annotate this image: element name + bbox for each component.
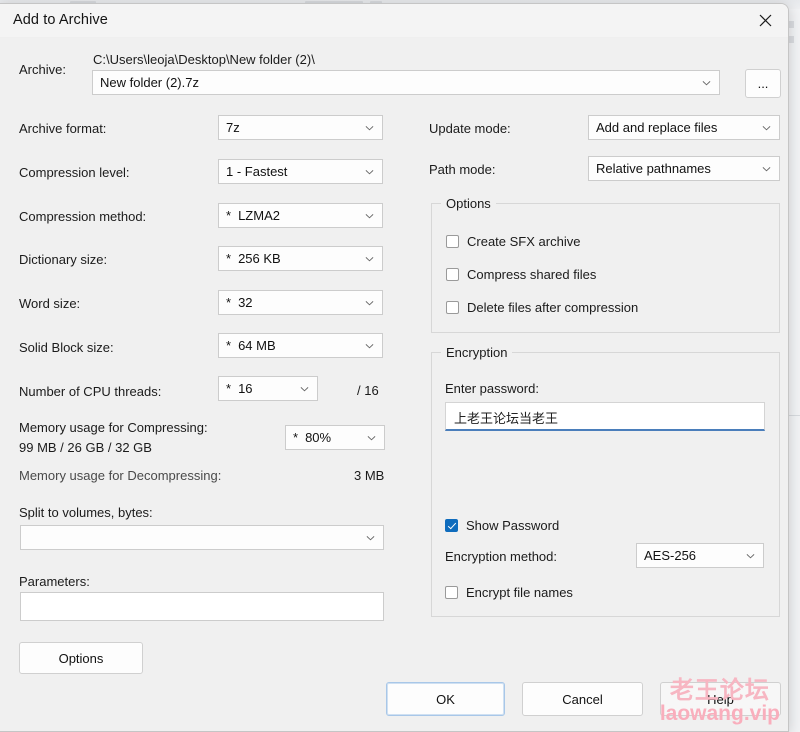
solid-block-size-label: Solid Block size: bbox=[19, 340, 114, 355]
chevron-down-icon bbox=[365, 213, 374, 218]
help-button-label: Help bbox=[707, 691, 734, 707]
chevron-down-icon bbox=[762, 166, 771, 171]
chevron-down-icon bbox=[367, 435, 376, 440]
chevron-down-icon bbox=[365, 169, 374, 174]
cpu-threads-total: / 16 bbox=[357, 383, 379, 398]
checkbox-label: Encrypt file names bbox=[466, 585, 573, 600]
inherited-marker: * bbox=[226, 381, 232, 396]
path-mode-label: Path mode: bbox=[429, 162, 496, 177]
dialog-titlebar: Add to Archive bbox=[0, 4, 788, 38]
archive-label: Archive: bbox=[19, 62, 66, 77]
compression-method-value: LZMA2 bbox=[238, 208, 280, 223]
compression-method-label: Compression method: bbox=[19, 209, 147, 224]
ok-button[interactable]: OK bbox=[386, 682, 505, 716]
encryption-method-value: AES-256 bbox=[644, 548, 697, 563]
checkbox-compress-shared-files[interactable]: Compress shared files bbox=[446, 267, 596, 282]
encryption-method-label: Encryption method: bbox=[445, 549, 558, 564]
checkbox-label: Compress shared files bbox=[467, 267, 597, 282]
options-button-label: Options bbox=[58, 650, 104, 666]
word-size-label: Word size: bbox=[19, 296, 81, 311]
memory-decompress-label: Memory usage for Decompressing: bbox=[19, 468, 222, 483]
dialog-title: Add to Archive bbox=[13, 12, 108, 28]
inherited-marker: * bbox=[226, 338, 232, 353]
browse-button-label: ... bbox=[757, 76, 769, 91]
chevron-down-icon bbox=[762, 125, 771, 130]
parameters-input[interactable] bbox=[20, 592, 384, 621]
compression-method-combo[interactable]: * LZMA2 bbox=[218, 203, 383, 228]
checkbox-label: Show Password bbox=[466, 518, 560, 533]
checkbox-box bbox=[446, 268, 459, 281]
path-mode-combo[interactable]: Relative pathnames bbox=[588, 156, 780, 181]
archive-name-value: New folder (2).7z bbox=[100, 75, 199, 90]
memory-usage-combo[interactable]: * 80% bbox=[285, 425, 385, 450]
split-volumes-label: Split to volumes, bytes: bbox=[19, 505, 153, 520]
archive-path: C:\Users\leoja\Desktop\New folder (2)\ bbox=[93, 52, 315, 67]
chevron-down-icon bbox=[365, 125, 374, 130]
chevron-down-icon bbox=[702, 80, 711, 85]
password-input[interactable]: 上老王论坛当老王 bbox=[445, 402, 765, 431]
checkbox-show-password[interactable]: Show Password bbox=[445, 518, 559, 533]
cpu-threads-value: 16 bbox=[238, 381, 253, 396]
parameters-label: Parameters: bbox=[19, 574, 90, 589]
inherited-marker: * bbox=[226, 295, 232, 310]
compression-level-label: Compression level: bbox=[19, 165, 130, 180]
update-mode-label: Update mode: bbox=[429, 121, 511, 136]
dictionary-size-value: 256 KB bbox=[238, 251, 281, 266]
ok-button-label: OK bbox=[436, 691, 455, 707]
dictionary-size-combo[interactable]: * 256 KB bbox=[218, 246, 383, 271]
options-groupbox-title: Options bbox=[441, 196, 496, 211]
update-mode-value: Add and replace files bbox=[596, 120, 718, 135]
archive-name-combo[interactable]: New folder (2).7z bbox=[92, 70, 720, 95]
cpu-threads-combo[interactable]: * 16 bbox=[218, 376, 318, 401]
compression-level-value: 1 - Fastest bbox=[226, 164, 288, 179]
solid-block-size-value: 64 MB bbox=[238, 338, 276, 353]
cancel-button-label: Cancel bbox=[562, 691, 603, 707]
archive-format-label: Archive format: bbox=[19, 121, 107, 136]
inherited-marker: * bbox=[226, 251, 232, 266]
compression-level-combo[interactable]: 1 - Fastest bbox=[218, 159, 383, 184]
encryption-groupbox-title: Encryption bbox=[441, 345, 513, 360]
chevron-down-icon bbox=[746, 553, 755, 558]
solid-block-size-combo[interactable]: * 64 MB bbox=[218, 333, 383, 358]
split-volumes-combo[interactable] bbox=[20, 525, 384, 550]
checkbox-box bbox=[445, 519, 458, 532]
browse-button[interactable]: ... bbox=[745, 69, 781, 98]
chevron-down-icon bbox=[300, 386, 309, 391]
help-button[interactable]: Help bbox=[660, 682, 781, 716]
chevron-down-icon bbox=[365, 300, 374, 305]
options-button[interactable]: Options bbox=[19, 642, 143, 674]
checkbox-label: Create SFX archive bbox=[467, 234, 581, 249]
path-mode-value: Relative pathnames bbox=[596, 161, 711, 176]
checkbox-box bbox=[446, 235, 459, 248]
word-size-combo[interactable]: * 32 bbox=[218, 290, 383, 315]
memory-usage-value: 80% bbox=[305, 430, 332, 445]
checkbox-encrypt-file-names[interactable]: Encrypt file names bbox=[445, 585, 573, 600]
dictionary-size-label: Dictionary size: bbox=[19, 252, 108, 267]
checkbox-box bbox=[445, 586, 458, 599]
inherited-marker: * bbox=[226, 208, 232, 223]
memory-decompress-value: 3 MB bbox=[354, 468, 385, 483]
enter-password-label: Enter password: bbox=[445, 381, 539, 396]
cpu-threads-label: Number of CPU threads: bbox=[19, 384, 162, 399]
password-value: 上老王论坛当老王 bbox=[454, 412, 559, 427]
checkbox-label: Delete files after compression bbox=[467, 300, 639, 315]
memory-compress-detail: 99 MB / 26 GB / 32 GB bbox=[19, 440, 152, 455]
archive-format-value: 7z bbox=[226, 120, 240, 135]
close-icon[interactable] bbox=[742, 4, 788, 37]
chevron-down-icon bbox=[366, 535, 375, 540]
cancel-button[interactable]: Cancel bbox=[522, 682, 643, 716]
chevron-down-icon bbox=[365, 256, 374, 261]
archive-format-combo[interactable]: 7z bbox=[218, 115, 383, 140]
encryption-method-combo[interactable]: AES-256 bbox=[636, 543, 764, 568]
add-to-archive-dialog: Add to Archive Archive: C:\Users\leoja\D… bbox=[0, 3, 789, 732]
update-mode-combo[interactable]: Add and replace files bbox=[588, 115, 780, 140]
inherited-marker: * bbox=[293, 430, 299, 445]
checkbox-create-sfx-archive[interactable]: Create SFX archive bbox=[446, 234, 580, 249]
memory-compress-label: Memory usage for Compressing: bbox=[19, 420, 208, 435]
checkbox-box bbox=[446, 301, 459, 314]
chevron-down-icon bbox=[365, 343, 374, 348]
word-size-value: 32 bbox=[238, 295, 253, 310]
checkbox-delete-files-after-compression[interactable]: Delete files after compression bbox=[446, 300, 638, 315]
